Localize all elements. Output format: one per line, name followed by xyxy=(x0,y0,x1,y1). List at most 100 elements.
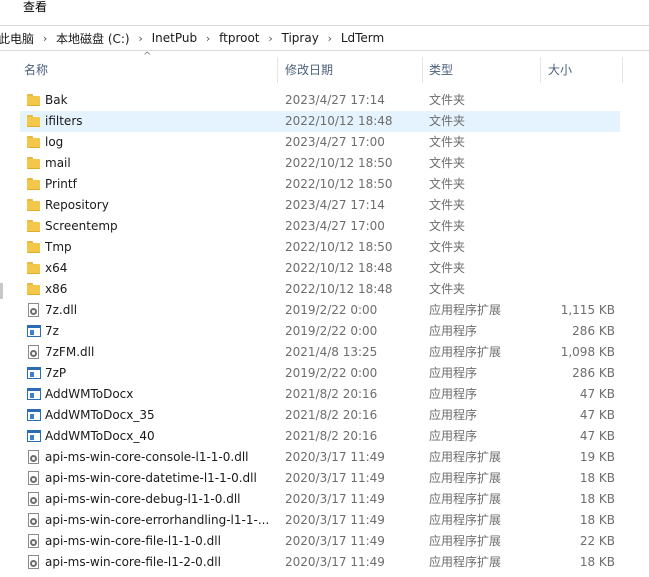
file-date: 2019/2/22 0:00 xyxy=(285,366,378,380)
breadcrumb-item[interactable]: 本地磁盘 (C:) xyxy=(56,30,130,47)
file-type: 文件夹 xyxy=(429,240,466,254)
dll-icon xyxy=(27,450,41,464)
file-row[interactable]: x86 2022/10/12 18:48 文件夹 xyxy=(20,279,620,300)
breadcrumb-item[interactable]: 此电脑 xyxy=(0,30,34,47)
file-date: 2020/3/17 11:49 xyxy=(285,513,385,527)
breadcrumb-separator-icon[interactable]: › xyxy=(319,32,341,45)
file-row[interactable]: Tmp 2022/10/12 18:50 文件夹 xyxy=(20,237,620,258)
column-date[interactable]: 修改日期 xyxy=(285,55,333,85)
file-size: 47 KB xyxy=(579,387,615,401)
exe-icon xyxy=(27,324,41,338)
file-size xyxy=(540,237,615,258)
file-row[interactable]: x64 2022/10/12 18:48 文件夹 xyxy=(20,258,620,279)
file-row[interactable]: api-ms-win-core-console-l1-1-0.dll 2020/3… xyxy=(20,447,620,468)
breadcrumb-separator-icon[interactable]: › xyxy=(34,32,56,45)
breadcrumb-separator-icon[interactable]: › xyxy=(130,32,152,45)
file-row[interactable]: 7zFM.dll 2021/4/8 13:25 应用程序扩展 1,098 KB xyxy=(20,342,620,363)
file-row[interactable]: api-ms-win-core-datetime-l1-1-0.dll 2020/… xyxy=(20,468,620,489)
file-name: api-ms-win-core-file-l1-1-0.dll xyxy=(45,534,221,548)
file-type: 应用程序扩展 xyxy=(429,555,502,569)
file-type: 文件夹 xyxy=(429,198,466,212)
column-type[interactable]: 类型 xyxy=(429,55,453,85)
file-row[interactable]: api-ms-win-core-file-l1-2-0.dll 2020/3/17… xyxy=(20,552,620,573)
file-type: 应用程序 xyxy=(429,387,478,401)
breadcrumb-item[interactable]: ftproot xyxy=(219,31,259,45)
breadcrumb-item[interactable]: LdTerm xyxy=(341,31,384,45)
dll-icon xyxy=(27,513,41,527)
breadcrumb-separator-icon[interactable]: › xyxy=(197,32,219,45)
file-size xyxy=(540,132,615,153)
file-size: 18 KB xyxy=(579,513,615,527)
folder-icon xyxy=(27,198,41,212)
file-date: 2021/8/2 20:16 xyxy=(285,387,378,401)
column-size[interactable]: 大小 xyxy=(548,55,572,85)
file-row[interactable]: 7zP 2019/2/22 0:00 应用程序 286 KB xyxy=(20,363,620,384)
breadcrumb-item[interactable]: InetPub xyxy=(152,31,197,45)
file-name: api-ms-win-core-console-l1-1-0.dll xyxy=(45,450,249,464)
file-type: 应用程序扩展 xyxy=(429,534,502,548)
dll-icon xyxy=(27,555,41,569)
file-date: 2021/4/8 13:25 xyxy=(285,345,378,359)
file-name: 7z.dll xyxy=(45,303,78,317)
file-row[interactable]: api-ms-win-core-debug-l1-1-0.dll 2020/3/1… xyxy=(20,489,620,510)
file-name: Bak xyxy=(45,93,68,107)
column-divider[interactable] xyxy=(540,57,541,83)
file-size xyxy=(540,279,615,300)
folder-icon xyxy=(27,219,41,233)
file-row[interactable]: 7z 2019/2/22 0:00 应用程序 286 KB xyxy=(20,321,620,342)
file-name: x64 xyxy=(45,261,68,275)
file-date: 2019/2/22 0:00 xyxy=(285,324,378,338)
file-name: Printf xyxy=(45,177,77,191)
file-date: 2022/10/12 18:50 xyxy=(285,177,393,191)
file-size xyxy=(540,258,615,279)
file-type: 文件夹 xyxy=(429,261,466,275)
breadcrumb-item[interactable]: Tipray xyxy=(282,31,319,45)
column-divider[interactable] xyxy=(422,57,423,83)
dll-icon xyxy=(27,303,41,317)
file-size xyxy=(540,111,615,132)
scrollbar-edge[interactable] xyxy=(0,283,3,299)
file-row[interactable]: ifilters 2022/10/12 18:48 文件夹 xyxy=(20,111,620,132)
file-type: 应用程序扩展 xyxy=(429,303,502,317)
file-size xyxy=(540,216,615,237)
file-name: 7zP xyxy=(45,366,67,380)
column-header: ^ 名称 修改日期 类型 大小 xyxy=(0,52,649,85)
folder-icon xyxy=(27,114,41,128)
file-row[interactable]: AddWMToDocx 2021/8/2 20:16 应用程序 47 KB xyxy=(20,384,620,405)
folder-icon xyxy=(27,282,41,296)
folder-icon xyxy=(27,261,41,275)
file-row[interactable]: api-ms-win-core-file-l1-1-0.dll 2020/3/17… xyxy=(20,531,620,552)
file-row[interactable]: AddWMToDocx_35 2021/8/2 20:16 应用程序 47 KB xyxy=(20,405,620,426)
file-date: 2020/3/17 11:49 xyxy=(285,534,385,548)
file-size: 1,098 KB xyxy=(560,345,615,359)
file-row[interactable]: Bak 2023/4/27 17:14 文件夹 xyxy=(20,90,620,111)
file-date: 2021/8/2 20:16 xyxy=(285,408,378,422)
breadcrumb-separator-icon[interactable]: › xyxy=(260,32,282,45)
exe-icon xyxy=(27,366,41,380)
file-row[interactable]: Repository 2023/4/27 17:14 文件夹 xyxy=(20,195,620,216)
file-row[interactable]: log 2023/4/27 17:00 文件夹 xyxy=(20,132,620,153)
file-row[interactable]: AddWMToDocx_40 2021/8/2 20:16 应用程序 47 KB xyxy=(20,426,620,447)
file-row[interactable]: 7z.dll 2019/2/22 0:00 应用程序扩展 1,115 KB xyxy=(20,300,620,321)
file-size: 19 KB xyxy=(579,450,615,464)
file-name: api-ms-win-core-file-l1-2-0.dll xyxy=(45,555,221,569)
file-name: api-ms-win-core-debug-l1-1-0.dll xyxy=(45,492,241,506)
file-type: 应用程序扩展 xyxy=(429,345,502,359)
column-divider[interactable] xyxy=(622,57,623,83)
file-row[interactable]: api-ms-win-core-errorhandling-l1-1-... 20… xyxy=(20,510,620,531)
column-name[interactable]: 名称 xyxy=(24,55,48,85)
file-row[interactable]: mail 2022/10/12 18:50 文件夹 xyxy=(20,153,620,174)
file-row[interactable]: Printf 2022/10/12 18:50 文件夹 xyxy=(20,174,620,195)
file-size: 18 KB xyxy=(579,555,615,569)
file-type: 文件夹 xyxy=(429,114,466,128)
menu-view[interactable]: 查看 xyxy=(23,0,47,15)
file-row[interactable]: Screentemp 2023/4/27 17:00 文件夹 xyxy=(20,216,620,237)
file-type: 文件夹 xyxy=(429,156,466,170)
column-divider[interactable] xyxy=(277,57,278,83)
file-size xyxy=(540,174,615,195)
file-name: api-ms-win-core-errorhandling-l1-1-... xyxy=(45,513,270,527)
file-size: 18 KB xyxy=(579,492,615,506)
file-type: 应用程序 xyxy=(429,429,478,443)
file-date: 2023/4/27 17:00 xyxy=(285,135,385,149)
address-bar[interactable]: 此电脑 › 本地磁盘 (C:) › InetPub › ftproot › Tipray › LdT… xyxy=(0,25,649,51)
